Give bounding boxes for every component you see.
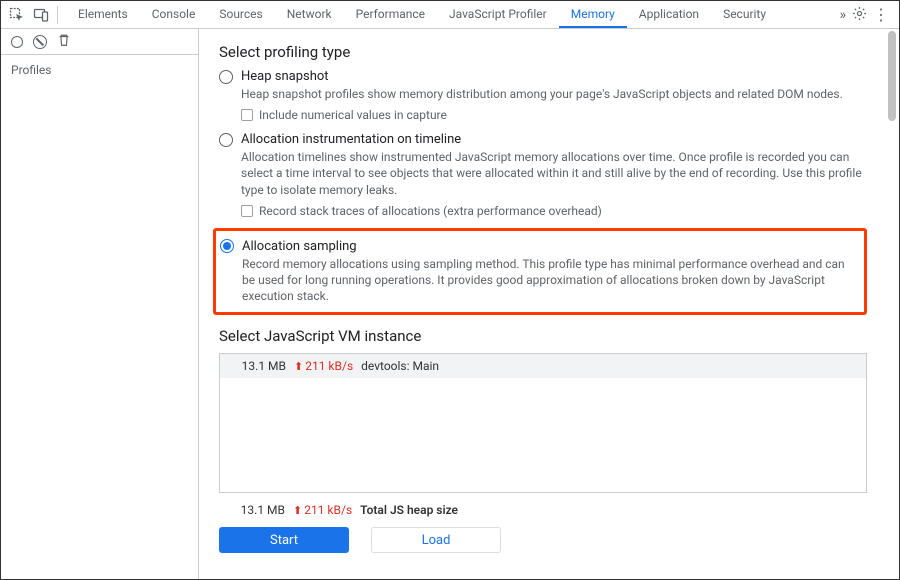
tab-performance[interactable]: Performance — [344, 1, 437, 28]
up-arrow-icon: ⬆ — [294, 360, 303, 373]
subopt-label: Include numerical values in capture — [259, 108, 447, 122]
tab-javascript-profiler[interactable]: JavaScript Profiler — [437, 1, 559, 28]
main-split: Profiles Select profiling type Heap snap… — [1, 29, 899, 579]
total-size: 13.1 MB — [229, 503, 285, 517]
kebab-menu-icon[interactable]: ⋮ — [873, 7, 889, 23]
checkbox-icon[interactable] — [241, 109, 253, 121]
record-icon[interactable] — [11, 36, 23, 48]
vm-instance-list: 13.1 MB ⬆211 kB/s devtools: Main — [219, 353, 867, 493]
option-subopt[interactable]: Include numerical values in capture — [241, 108, 867, 122]
option-desc: Record memory allocations using sampling… — [242, 256, 856, 305]
sidebar: Profiles — [1, 29, 199, 579]
tab-application[interactable]: Application — [627, 1, 711, 28]
checkbox-icon[interactable] — [241, 205, 253, 217]
inspect-element-icon[interactable] — [5, 3, 29, 27]
tab-memory[interactable]: Memory — [559, 1, 627, 28]
option-title: Allocation sampling — [242, 239, 357, 254]
subopt-label: Record stack traces of allocations (extr… — [259, 204, 602, 218]
start-button[interactable]: Start — [219, 527, 349, 553]
tab-console[interactable]: Console — [140, 1, 208, 28]
clear-icon[interactable] — [33, 35, 47, 49]
profiling-section-title: Select profiling type — [219, 43, 867, 61]
profiling-option-allocation-timeline[interactable]: Allocation instrumentation on timeline A… — [219, 132, 867, 218]
total-rate: ⬆211 kB/s — [293, 503, 352, 517]
vm-label: devtools: Main — [361, 359, 439, 373]
option-desc: Heap snapshot profiles show memory distr… — [241, 86, 867, 102]
content-pane: Select profiling type Heap snapshot Heap… — [199, 29, 899, 579]
vm-section-title: Select JavaScript VM instance — [219, 327, 867, 345]
profiling-option-allocation-sampling[interactable]: Allocation sampling Record memory alloca… — [220, 239, 856, 305]
sidebar-toolbar — [1, 29, 198, 55]
up-arrow-icon: ⬆ — [293, 504, 302, 517]
tab-elements[interactable]: Elements — [66, 1, 140, 28]
load-button[interactable]: Load — [371, 527, 501, 553]
tab-security[interactable]: Security — [711, 1, 778, 28]
total-label: Total JS heap size — [360, 503, 458, 517]
option-desc: Allocation timelines show instrumented J… — [241, 149, 867, 198]
panel-tabs: Elements Console Sources Network Perform… — [66, 1, 839, 28]
radio-icon[interactable] — [219, 133, 233, 147]
vm-size: 13.1 MB — [230, 359, 286, 373]
radio-icon[interactable] — [220, 239, 234, 253]
divider — [57, 6, 58, 24]
more-tabs-icon[interactable]: » — [839, 7, 846, 23]
option-subopt[interactable]: Record stack traces of allocations (extr… — [241, 204, 867, 218]
vm-totals-row: 13.1 MB ⬆211 kB/s Total JS heap size — [219, 503, 867, 517]
vm-rate: ⬆211 kB/s — [294, 359, 353, 373]
sidebar-category-profiles[interactable]: Profiles — [1, 55, 198, 85]
tab-sources[interactable]: Sources — [207, 1, 274, 28]
device-toolbar-icon[interactable] — [29, 3, 53, 27]
profiling-option-heap-snapshot[interactable]: Heap snapshot Heap snapshot profiles sho… — [219, 69, 867, 122]
option-title: Allocation instrumentation on timeline — [241, 132, 461, 147]
option-title: Heap snapshot — [241, 69, 329, 84]
settings-icon[interactable] — [852, 6, 867, 24]
devtools-tabbar: Elements Console Sources Network Perform… — [1, 1, 899, 29]
vertical-scrollbar[interactable] — [887, 31, 897, 577]
vm-instance-row[interactable]: 13.1 MB ⬆211 kB/s devtools: Main — [220, 354, 866, 378]
scrollbar-thumb[interactable] — [888, 31, 896, 121]
tab-network[interactable]: Network — [275, 1, 344, 28]
delete-icon[interactable] — [57, 33, 71, 50]
annotation-highlight: Allocation sampling Record memory alloca… — [213, 228, 867, 316]
radio-icon[interactable] — [219, 70, 233, 84]
